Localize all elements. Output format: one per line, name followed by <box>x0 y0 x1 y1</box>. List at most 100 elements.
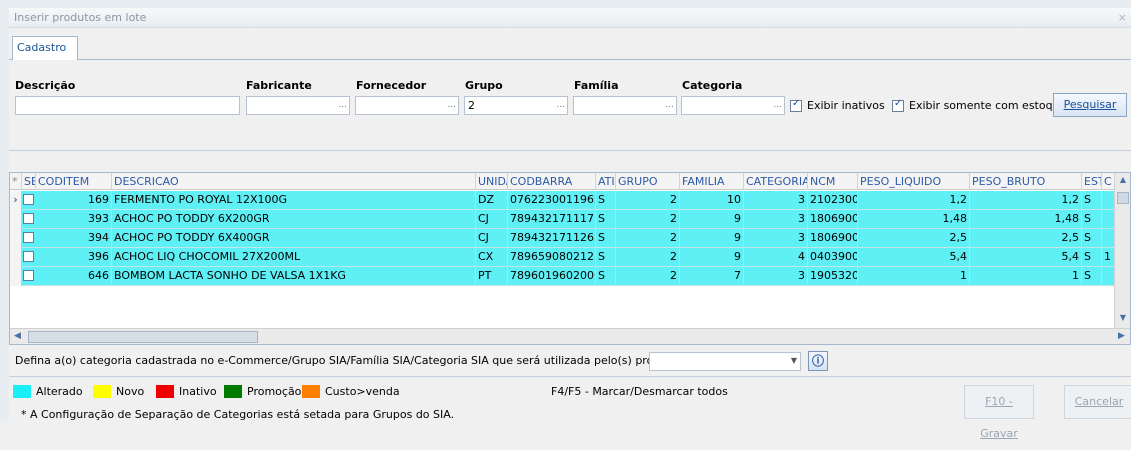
cell-ati[interactable]: S <box>596 229 616 248</box>
scroll-up-icon[interactable]: ▲ <box>1118 175 1128 185</box>
cell-grupo[interactable]: 2 <box>616 229 680 248</box>
cell-descricao[interactable]: FERMENTO PO ROYAL 12X100G <box>112 191 476 210</box>
cell-descricao[interactable]: ACHOC LIQ CHOCOMIL 27X200ML <box>112 248 476 267</box>
cell-est[interactable]: S <box>1082 229 1102 248</box>
cell-peso_liq[interactable]: 1 <box>858 267 970 286</box>
close-icon[interactable]: × <box>1118 8 1127 27</box>
cell-peso_bruto[interactable]: 1 <box>970 267 1082 286</box>
cell-grupo[interactable]: 2 <box>616 191 680 210</box>
ellipsis-icon[interactable]: ... <box>773 97 782 114</box>
cell-peso_liq[interactable]: 1,48 <box>858 210 970 229</box>
cell-peso_liq[interactable]: 5,4 <box>858 248 970 267</box>
cell-ncm[interactable]: 18069000 <box>808 229 858 248</box>
cell-familia[interactable]: 9 <box>680 210 744 229</box>
cell-descricao[interactable]: ACHOC PO TODDY 6X200GR <box>112 210 476 229</box>
info-icon[interactable]: ⓘ <box>808 351 828 371</box>
cell-peso_bruto[interactable]: 1,2 <box>970 191 1082 210</box>
row-select-checkbox[interactable] <box>23 194 34 205</box>
cell-descricao[interactable]: ACHOC PO TODDY 6X400GR <box>112 229 476 248</box>
table-row[interactable]: 393 ACHOC PO TODDY 6X200GR CJ 7894321711171… <box>10 210 1115 229</box>
ellipsis-icon[interactable]: ... <box>665 97 674 114</box>
col-peso-bruto[interactable]: PESO_BRUTO <box>970 173 1082 190</box>
cell-codbarra[interactable]: 7894321711171 <box>508 210 596 229</box>
col-sel[interactable]: SEL <box>22 173 36 190</box>
col-categoria[interactable]: CATEGORIA <box>744 173 808 190</box>
ellipsis-icon[interactable]: ... <box>447 97 456 114</box>
cell-est[interactable]: S <box>1082 267 1102 286</box>
cell-categoria[interactable]: 3 <box>744 191 808 210</box>
gravar-button[interactable]: F10 - Gravar <box>964 385 1034 440</box>
cell-coditem[interactable]: 393 <box>36 210 112 229</box>
cell-peso_bruto[interactable]: 5,4 <box>970 248 1082 267</box>
cell-ncm[interactable]: 21023000 <box>808 191 858 210</box>
table-row[interactable]: 394 ACHOC PO TODDY 6X400GR CJ 7894321711263… <box>10 229 1115 248</box>
cell-ati[interactable]: S <box>596 267 616 286</box>
cell-categoria[interactable]: 3 <box>744 210 808 229</box>
cell-familia[interactable]: 10 <box>680 191 744 210</box>
tab-cadastro[interactable]: Cadastro <box>12 36 78 60</box>
table-row[interactable]: 646 BOMBOM LACTA SONHO DE VALSA 1X1KG PT 78… <box>10 267 1115 286</box>
ellipsis-icon[interactable]: ... <box>338 97 347 114</box>
cell-categoria[interactable]: 3 <box>744 229 808 248</box>
cell-descricao[interactable]: BOMBOM LACTA SONHO DE VALSA 1X1KG <box>112 267 476 286</box>
cell-peso_liq[interactable]: 1,2 <box>858 191 970 210</box>
fornecedor-input[interactable]: ... <box>355 96 459 115</box>
cell-peso_liq[interactable]: 2,5 <box>858 229 970 248</box>
cell-est[interactable]: S <box>1082 210 1102 229</box>
cell-categoria[interactable]: 3 <box>744 267 808 286</box>
col-ati[interactable]: ATI <box>596 173 616 190</box>
table-row[interactable]: › 169 FERMENTO PO ROYAL 12X100G DZ 076223001… <box>10 191 1115 210</box>
cell-unid[interactable]: CJ <box>476 210 508 229</box>
cell-ncm[interactable]: 04039000 <box>808 248 858 267</box>
descricao-input[interactable] <box>15 96 240 115</box>
scroll-down-icon[interactable]: ▼ <box>1118 313 1128 323</box>
cell-ati[interactable]: S <box>596 210 616 229</box>
col-ncm[interactable]: NCM <box>808 173 858 190</box>
cell-unid[interactable]: CJ <box>476 229 508 248</box>
ellipsis-icon[interactable]: ... <box>556 97 565 114</box>
cell-est[interactable]: S <box>1082 248 1102 267</box>
cell-grupo[interactable]: 2 <box>616 248 680 267</box>
cell-familia[interactable]: 7 <box>680 267 744 286</box>
vertical-scrollbar[interactable]: ▲ ▼ <box>1114 173 1130 330</box>
table-row[interactable]: 396 ACHOC LIQ CHOCOMIL 27X200ML CX 78965908… <box>10 248 1115 267</box>
col-grupo[interactable]: GRUPO <box>616 173 680 190</box>
col-codbarra[interactable]: CODBARRA <box>508 173 596 190</box>
cell-unid[interactable]: PT <box>476 267 508 286</box>
row-select-checkbox[interactable] <box>23 270 34 281</box>
chevron-down-icon[interactable]: ▼ <box>791 356 797 365</box>
cell-coditem[interactable]: 396 <box>36 248 112 267</box>
familia-input[interactable]: ... <box>573 96 677 115</box>
vertical-scroll-thumb[interactable] <box>1117 192 1129 204</box>
cell-familia[interactable]: 9 <box>680 229 744 248</box>
cell-grupo[interactable]: 2 <box>616 210 680 229</box>
cell-ati[interactable]: S <box>596 248 616 267</box>
exibir-inativos-checkbox[interactable] <box>790 98 802 112</box>
pesquisar-button[interactable]: Pesquisar <box>1053 93 1127 117</box>
cell-codbarra[interactable]: 7894321711263 <box>508 229 596 248</box>
cell-ncm[interactable]: 19053200 <box>808 267 858 286</box>
cell-grupo[interactable]: 2 <box>616 267 680 286</box>
col-descricao[interactable]: DESCRICAO <box>112 173 476 190</box>
cell-familia[interactable]: 9 <box>680 248 744 267</box>
scroll-left-icon[interactable]: ◀ <box>14 331 21 341</box>
cell-codbarra[interactable]: 7896590802123 <box>508 248 596 267</box>
col-peso-liquido[interactable]: PESO_LIQUIDO <box>858 173 970 190</box>
row-select-checkbox[interactable] <box>23 251 34 262</box>
cell-est[interactable]: S <box>1082 191 1102 210</box>
cell-unid[interactable]: DZ <box>476 191 508 210</box>
cell-coditem[interactable]: 646 <box>36 267 112 286</box>
cell-ati[interactable]: S <box>596 191 616 210</box>
cell-peso_bruto[interactable]: 2,5 <box>970 229 1082 248</box>
col-est[interactable]: EST <box>1082 173 1102 190</box>
products-grid[interactable]: * SEL CODITEM DESCRICAO UNIDA CODBARRA A… <box>9 172 1131 345</box>
row-select-checkbox[interactable] <box>23 232 34 243</box>
cell-unid[interactable]: CX <box>476 248 508 267</box>
horizontal-scrollbar[interactable]: ◀ ▶ <box>10 328 1130 344</box>
cell-codbarra[interactable]: 07622300119621 <box>508 191 596 210</box>
horizontal-scroll-thumb[interactable] <box>28 331 258 343</box>
col-familia[interactable]: FAMILIA <box>680 173 744 190</box>
scroll-right-icon[interactable]: ▶ <box>1118 331 1125 341</box>
exibir-estoque-checkbox[interactable] <box>892 98 904 112</box>
cell-coditem[interactable]: 169 <box>36 191 112 210</box>
